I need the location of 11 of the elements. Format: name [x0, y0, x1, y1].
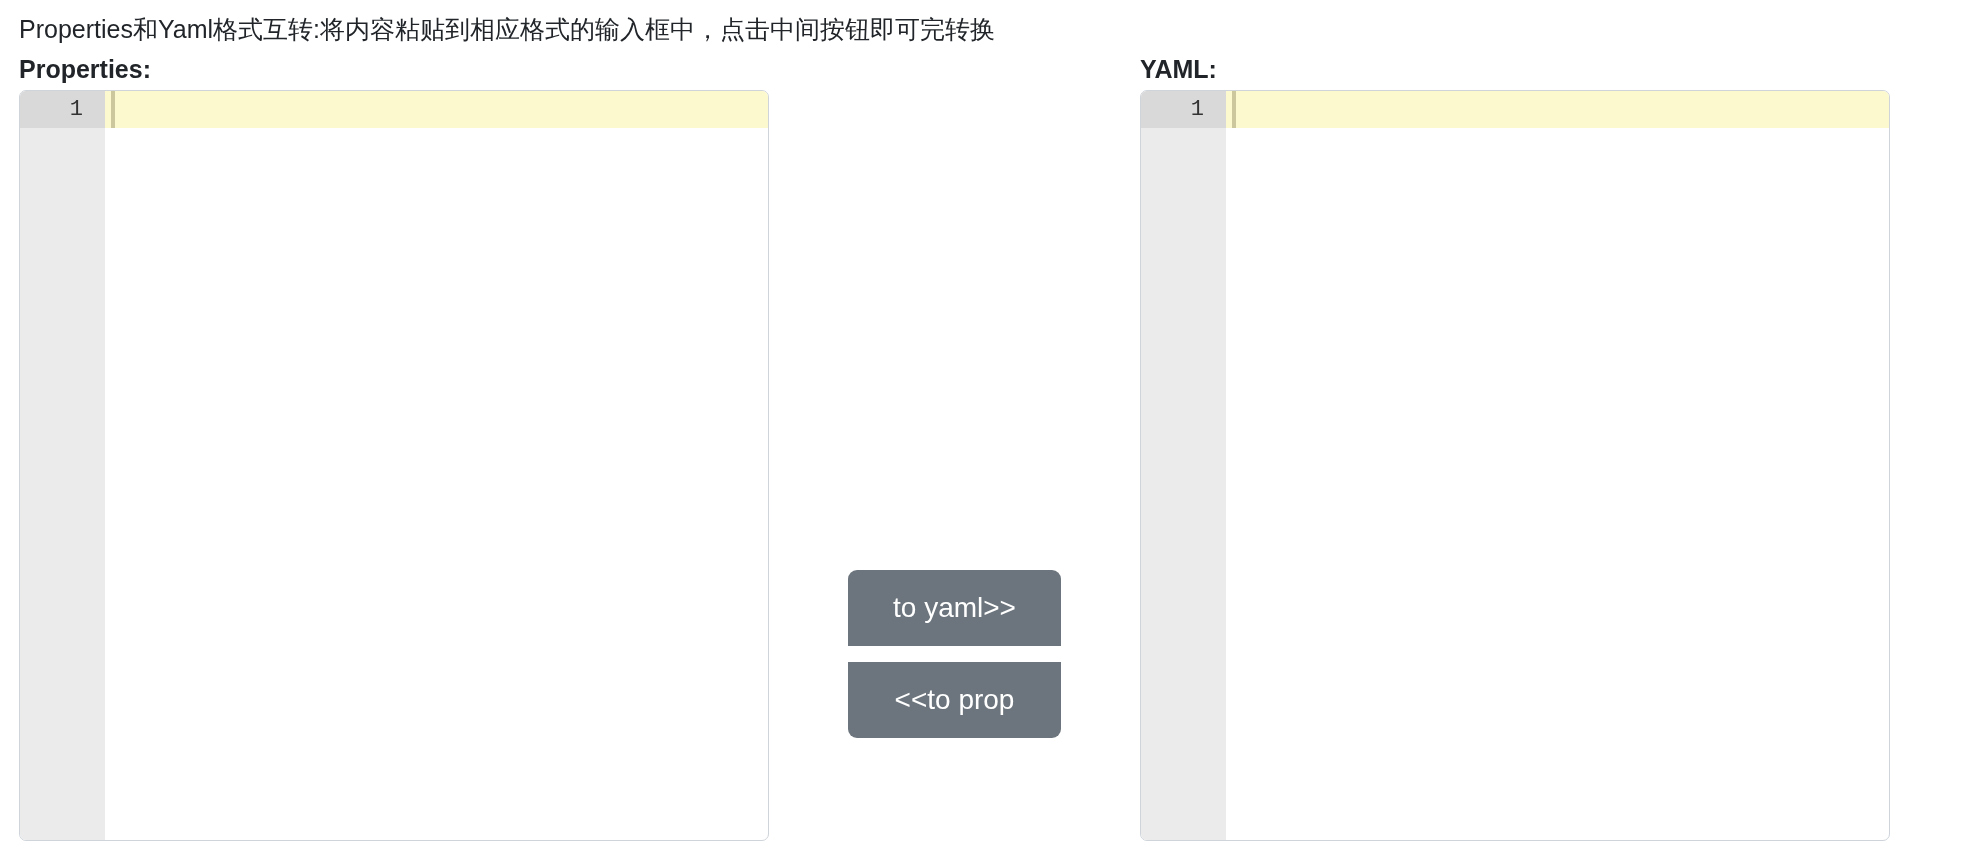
convert-button[interactable]: to yaml>>	[848, 570, 1061, 646]
code-editor[interactable]: 1	[19, 90, 769, 841]
line-number: 1	[1141, 91, 1226, 128]
convert-button[interactable]: <<to prop	[848, 662, 1061, 738]
text-cursor	[111, 91, 115, 128]
editor-label: Properties:	[19, 54, 152, 84]
line-number: 1	[20, 91, 105, 128]
code-editor[interactable]: 1	[1140, 90, 1890, 841]
editor-label: YAML:	[1140, 54, 1218, 84]
page-heading: Properties和Yaml格式互转:将内容粘贴到相应格式的输入框中，点击中间按钮即可完转换	[19, 14, 996, 45]
text-cursor	[1232, 91, 1236, 128]
